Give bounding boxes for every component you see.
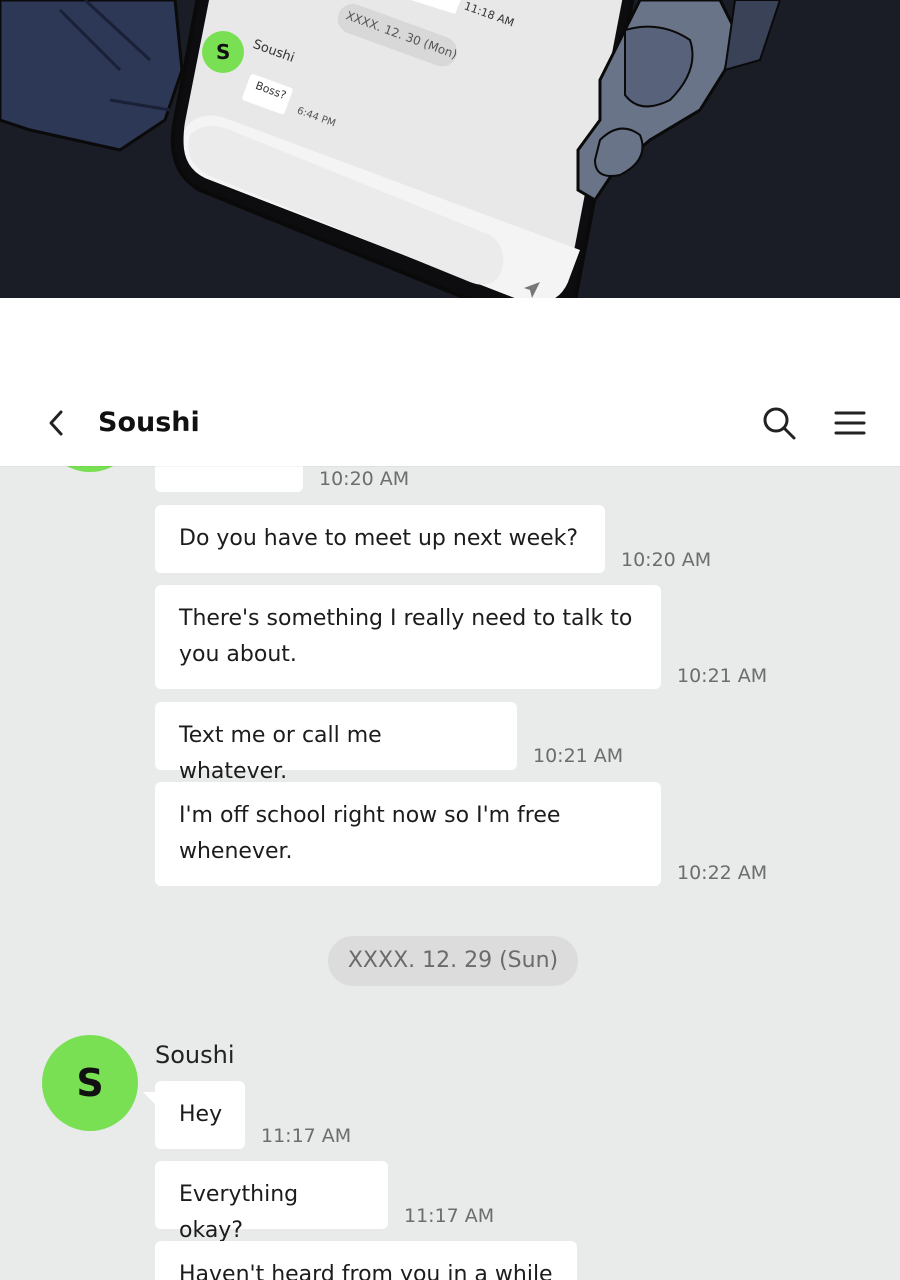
message-bubble: Hey [155, 1081, 245, 1149]
message-time: 11:17 AM [261, 1125, 352, 1147]
sender-name: Soushi [155, 1041, 235, 1069]
message-time: 11:17 AM [404, 1205, 495, 1227]
back-button[interactable] [38, 398, 74, 448]
message-bubble: Do you have to meet up next week? [155, 505, 605, 573]
menu-icon [834, 411, 866, 435]
chat-header: Soushi [0, 380, 900, 466]
message-bubble: Text me or call me whatever. [155, 702, 517, 784]
message-time: 10:20 AM [319, 468, 410, 490]
phone-avatar-initial: S [216, 40, 231, 64]
comic-panel: 11:18 AM XXXX. 12. 30 (Mon) S Soushi Bos… [0, 0, 900, 304]
avatar-partial [42, 466, 138, 472]
avatar[interactable]: S [42, 1035, 138, 1131]
message-time: 10:22 AM [677, 862, 768, 884]
chat-title: Soushi [98, 407, 200, 438]
message-bubble: I'm off school right now so I'm free whe… [155, 782, 661, 886]
message-bubble-partial [155, 466, 303, 492]
bubble-tail [143, 1092, 155, 1104]
message-bubble: Haven't heard from you in a while [155, 1241, 577, 1280]
panel-gutter [0, 298, 900, 380]
chat-messages[interactable]: 10:20 AM Do you have to meet up next wee… [0, 466, 900, 1280]
menu-button[interactable] [827, 400, 873, 446]
message-time: 10:20 AM [621, 549, 712, 571]
back-chevron-icon [49, 410, 63, 436]
message-bubble: There's something I really need to talk … [155, 585, 661, 689]
search-icon [763, 407, 796, 440]
message-time: 10:21 AM [533, 745, 624, 767]
search-button[interactable] [756, 400, 802, 446]
date-divider: XXXX. 12. 29 (Sun) [328, 936, 578, 986]
message-time: 10:21 AM [677, 665, 768, 687]
message-bubble: Everything okay? [155, 1161, 388, 1243]
